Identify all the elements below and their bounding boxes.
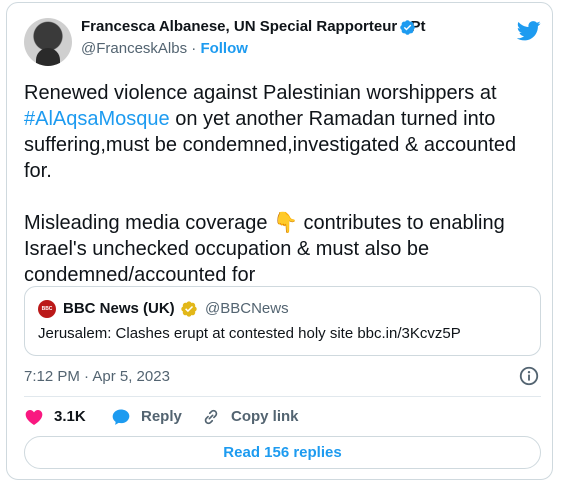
tweet-line: Renewed violence against Palestinian wor… (24, 82, 497, 104)
author-name[interactable]: Francesca Albanese, UN Special Rapporteu… (81, 17, 426, 37)
divider (24, 396, 541, 397)
bbc-news-logo-icon: BBC NEWS (38, 300, 56, 330)
quoted-author-handle: @BBCNews (205, 300, 289, 317)
quoted-author-name: BBC News (UK) (63, 300, 175, 317)
info-icon[interactable] (518, 365, 540, 387)
pointing-down-emoji-icon: 👇 (273, 212, 298, 234)
tweet-line: Misleading media coverage 👇 contributes … (24, 212, 505, 234)
tweet-timestamp[interactable]: 7:12 PM · Apr 5, 2023 (24, 367, 170, 387)
copy-link-label: Copy link (231, 408, 299, 425)
tweet-line: condemned/accounted for (24, 264, 256, 286)
like-count: 3.1K (54, 408, 86, 425)
like-button[interactable]: 3.1K (24, 405, 86, 429)
tweet-line: suffering,must be condemned,investigated… (24, 134, 517, 156)
heart-icon (25, 410, 43, 425)
link-icon (204, 409, 218, 425)
read-replies-button[interactable]: Read 156 replies (24, 436, 541, 469)
twitter-bird-icon[interactable] (517, 21, 541, 41)
tweet-line: for. (24, 160, 52, 182)
reply-bubble-icon (112, 409, 130, 425)
copy-link-button[interactable]: Copy link (201, 405, 299, 429)
tweet-line: #AlAqsaMosque on yet another Ramadan tur… (24, 108, 496, 130)
follow-button[interactable]: Follow (200, 40, 248, 57)
author-handle-row: @FranceskAlbs · Follow (81, 39, 248, 59)
author-avatar[interactable] (24, 18, 72, 66)
reply-label: Reply (141, 408, 182, 425)
hashtag-link[interactable]: #AlAqsaMosque (24, 108, 170, 130)
tweet-text: Renewed violence against Palestinian wor… (24, 80, 539, 288)
tweet-line: Israel's unchecked occupation & must als… (24, 238, 430, 260)
author-handle[interactable]: @FranceskAlbs (81, 40, 187, 57)
separator-dot: · (191, 40, 197, 57)
verified-badge-icon (400, 20, 415, 35)
tweet-card: Francesca Albanese, UN Special Rapporteu… (6, 2, 553, 480)
quoted-tweet[interactable]: BBC NEWS BBC News (UK) @BBCNews Jerusale… (24, 286, 541, 356)
quoted-tweet-text: Jerusalem: Clashes erupt at contested ho… (38, 325, 461, 342)
reply-button[interactable]: Reply (111, 405, 182, 429)
gold-verified-badge-icon (181, 301, 197, 317)
